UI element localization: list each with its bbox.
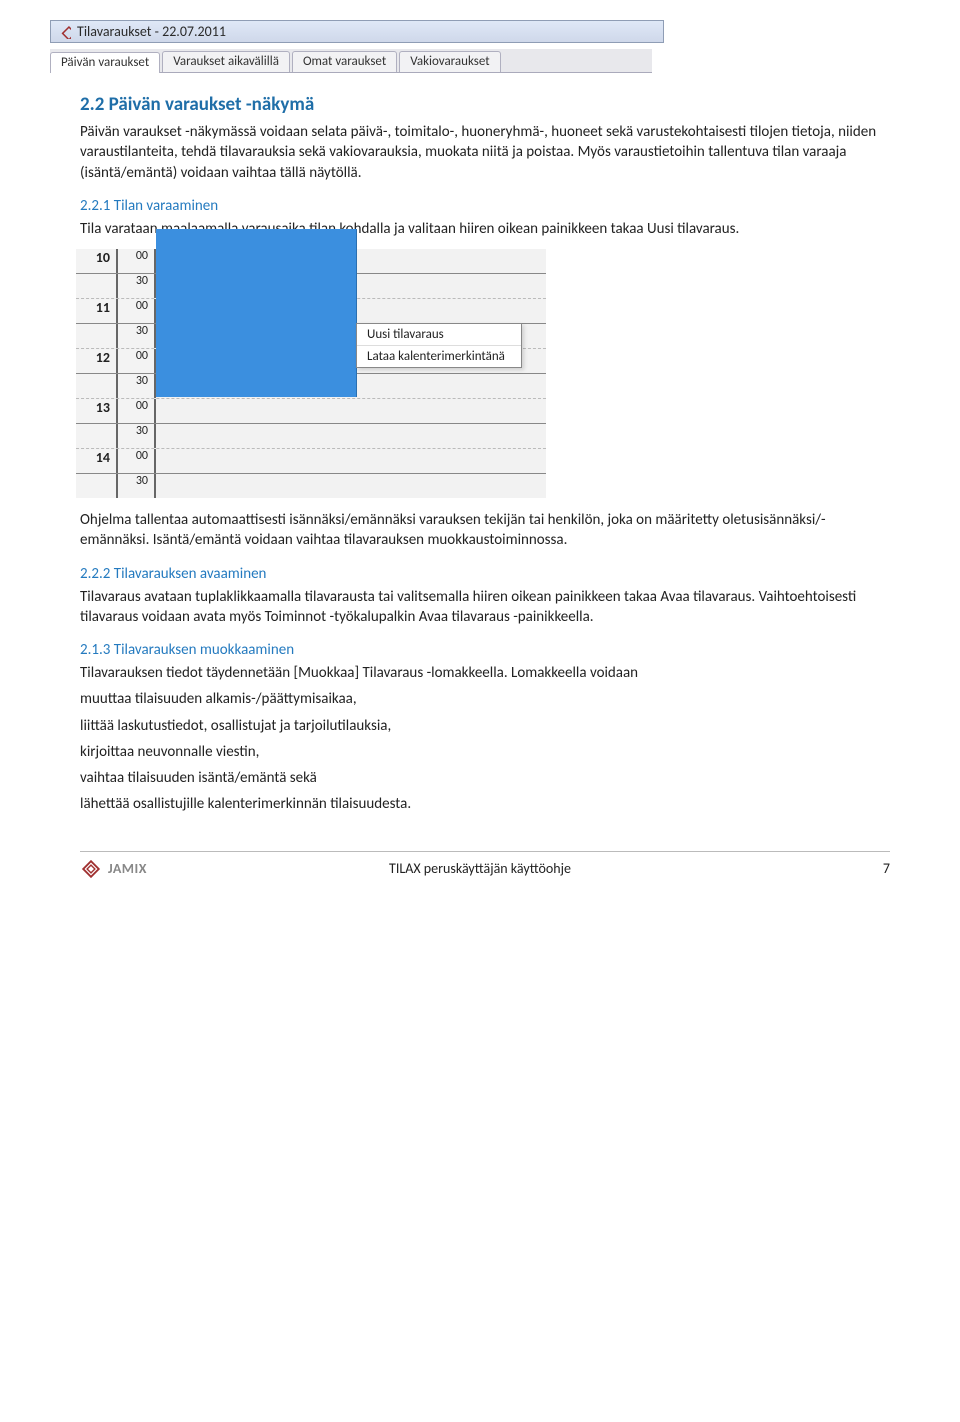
heading-2-2-1: 2.2.1 Tilan varaaminen (80, 197, 890, 215)
cal-min-00: 00 (118, 449, 156, 473)
para-2-1-3a: Tilavarauksen tiedot täydennetään [Muokk… (80, 663, 890, 683)
para-2-2-2: Tilavaraus avataan tuplaklikkaamalla til… (80, 587, 890, 628)
footer-doc-title: TILAX peruskäyttäjän käyttöohje (389, 860, 571, 877)
cal-hour-14: 14 (76, 449, 118, 473)
cal-min-30: 30 (118, 324, 156, 348)
cal-hour-13: 13 (76, 399, 118, 423)
calendar-screenshot: 1000 30 1100 30 1200 Uusi tilavaraus Lat… (76, 249, 546, 498)
jamix-logo: JAMIX (80, 858, 147, 880)
ctx-uusi-tilavaraus[interactable]: Uusi tilavaraus (357, 324, 521, 346)
heading-2-2: 2.2 Päivän varaukset -näkymä (80, 93, 890, 116)
tab-paivan-varaukset[interactable]: Päivän varaukset (50, 52, 160, 73)
cal-min-30: 30 (118, 374, 156, 398)
app-icon (57, 25, 71, 39)
bullet-2: kirjoittaa neuvonnalle viestin, (80, 742, 890, 762)
cal-min-00: 00 (118, 299, 156, 323)
context-menu: Uusi tilavaraus Lataa kalenterimerkintän… (356, 323, 522, 368)
window-titlebar: Tilavaraukset - 22.07.2011 (50, 20, 664, 43)
bullet-4: lähettää osallistujille kalenterimerkinn… (80, 794, 890, 814)
cal-min-00: 00 (118, 349, 156, 373)
bullet-1: liittää laskutustiedot, osallistujat ja … (80, 716, 890, 736)
cal-min-30: 30 (118, 474, 156, 498)
cal-min-30: 30 (118, 274, 156, 298)
tab-varaukset-aikavalilla[interactable]: Varaukset aikavälillä (162, 51, 290, 72)
tab-omat-varaukset[interactable]: Omat varaukset (292, 51, 397, 72)
para-after-calendar: Ohjelma tallentaa automaattisesti isännä… (80, 510, 890, 551)
cal-min-30: 30 (118, 424, 156, 448)
cal-min-00: 00 (118, 399, 156, 423)
cal-hour-11: 11 (76, 299, 118, 323)
page-footer: JAMIX TILAX peruskäyttäjän käyttöohje 7 (80, 851, 890, 880)
cal-hour-10: 10 (76, 249, 118, 273)
ctx-lataa-kalenterimerkintana[interactable]: Lataa kalenterimerkintänä (357, 346, 521, 367)
bullet-0: muuttaa tilaisuuden alkamis-/päättymisai… (80, 689, 890, 709)
bullet-3: vaihtaa tilaisuuden isäntä/emäntä sekä (80, 768, 890, 788)
heading-2-2-2: 2.2.2 Tilavarauksen avaaminen (80, 565, 890, 583)
window-title: Tilavaraukset - 22.07.2011 (77, 23, 226, 40)
page-number: 7 (883, 860, 890, 877)
cal-min-00: 00 (118, 249, 156, 273)
cal-hour-12: 12 (76, 349, 118, 373)
tab-vakiovaraukset[interactable]: Vakiovaraukset (399, 51, 500, 72)
time-selection-highlight[interactable] (156, 229, 357, 397)
logo-text: JAMIX (108, 860, 147, 877)
para-2-2: Päivän varaukset -näkymässä voidaan sela… (80, 122, 890, 183)
heading-2-1-3: 2.1.3 Tilavarauksen muokkaaminen (80, 641, 890, 659)
jamix-diamond-icon (80, 858, 102, 880)
tab-bar: Päivän varaukset Varaukset aikavälillä O… (50, 49, 652, 73)
